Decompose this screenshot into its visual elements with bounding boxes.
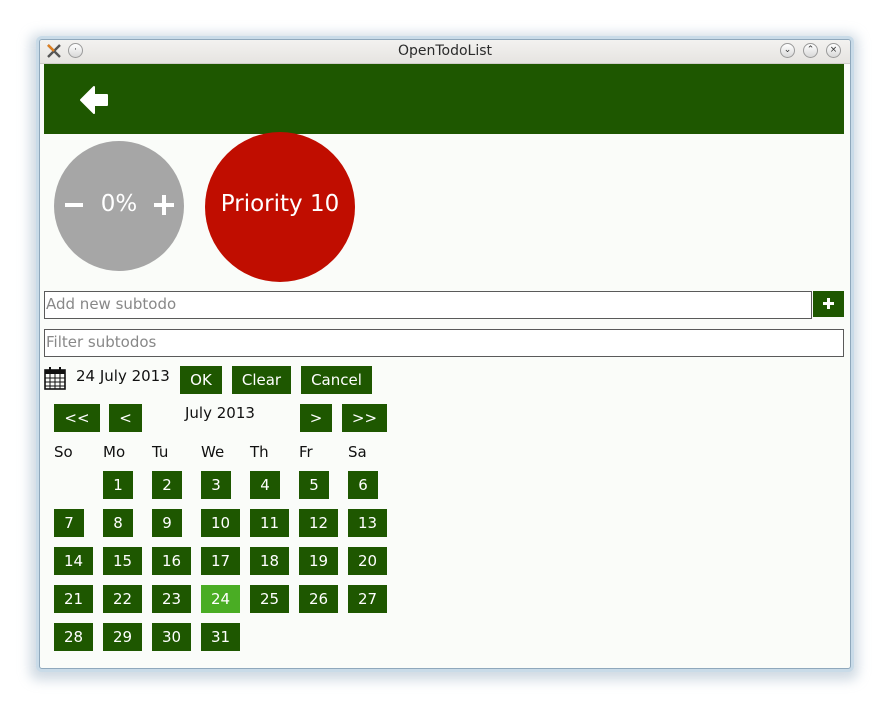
weekday-label: Mo [103, 443, 126, 461]
selected-date-label: 24 July 2013 [76, 367, 170, 385]
calendar-day[interactable]: 6 [348, 471, 378, 499]
calendar-day-selected[interactable]: 24 [201, 585, 240, 613]
calendar-day[interactable]: 27 [348, 585, 387, 613]
cancel-button[interactable]: Cancel [301, 366, 372, 394]
minimize-icon[interactable]: ⌄ [780, 43, 795, 58]
calendar-day[interactable]: 20 [348, 547, 387, 575]
increase-progress-icon[interactable] [154, 195, 174, 215]
calendar-day[interactable]: 23 [152, 585, 191, 613]
window-title: OpenTodoList [397, 43, 493, 59]
next-year-button[interactable]: >> [342, 404, 387, 432]
calendar-day[interactable]: 31 [201, 623, 240, 651]
calendar-day[interactable]: 14 [54, 547, 93, 575]
calendar-day[interactable]: 12 [299, 509, 338, 537]
ok-button[interactable]: OK [180, 366, 222, 394]
weekday-label: We [201, 443, 225, 461]
add-subtodo-input[interactable]: Add new subtodo [44, 291, 812, 319]
calendar-day[interactable]: 13 [348, 509, 387, 537]
app-window: · OpenTodoList ⌄ ⌃ × 0% Priority 10 Add … [39, 39, 851, 669]
calendar-day[interactable]: 5 [299, 471, 329, 499]
calendar-day[interactable]: 10 [201, 509, 240, 537]
calendar-day[interactable]: 19 [299, 547, 338, 575]
calendar-day[interactable]: 3 [201, 471, 231, 499]
calendar-day[interactable]: 29 [103, 623, 142, 651]
weekday-label: So [54, 443, 73, 461]
calendar-day[interactable]: 28 [54, 623, 93, 651]
title-bar: · OpenTodoList ⌄ ⌃ × [40, 40, 850, 64]
calendar-day[interactable]: 30 [152, 623, 191, 651]
calendar-day[interactable]: 18 [250, 547, 289, 575]
close-icon[interactable]: × [826, 43, 841, 58]
calendar-day[interactable]: 25 [250, 585, 289, 613]
filter-subtodos-input[interactable]: Filter subtodos [44, 329, 844, 357]
weekday-label: Sa [348, 443, 367, 461]
next-month-button[interactable]: > [300, 404, 332, 432]
weekday-label: Th [250, 443, 269, 461]
priority-button[interactable]: Priority 10 [205, 132, 355, 282]
weekday-label: Tu [152, 443, 169, 461]
calendar-day[interactable]: 11 [250, 509, 289, 537]
progress-circle: 0% [54, 141, 184, 271]
previous-year-button[interactable]: << [54, 404, 100, 432]
calendar-day[interactable]: 17 [201, 547, 240, 575]
calendar-day[interactable]: 15 [103, 547, 142, 575]
calendar-day[interactable]: 22 [103, 585, 142, 613]
month-label: July 2013 [185, 404, 255, 422]
weekday-label: Fr [299, 443, 313, 461]
calendar-icon [44, 367, 66, 390]
calendar-day[interactable]: 21 [54, 585, 93, 613]
calendar-day[interactable]: 2 [152, 471, 182, 499]
calendar-day[interactable]: 26 [299, 585, 338, 613]
calendar-day[interactable]: 1 [103, 471, 133, 499]
back-arrow-icon[interactable] [78, 84, 110, 116]
maximize-icon[interactable]: ⌃ [803, 43, 818, 58]
header-bar [44, 64, 844, 134]
priority-label: Priority 10 [220, 191, 340, 217]
calendar-day[interactable]: 9 [152, 509, 182, 537]
calendar-day[interactable]: 8 [103, 509, 133, 537]
clear-button[interactable]: Clear [232, 366, 291, 394]
previous-month-button[interactable]: < [109, 404, 142, 432]
calendar-day[interactable]: 4 [250, 471, 280, 499]
calendar-day[interactable]: 7 [54, 509, 84, 537]
add-subtodo-button[interactable] [813, 291, 844, 317]
calendar-day[interactable]: 16 [152, 547, 191, 575]
